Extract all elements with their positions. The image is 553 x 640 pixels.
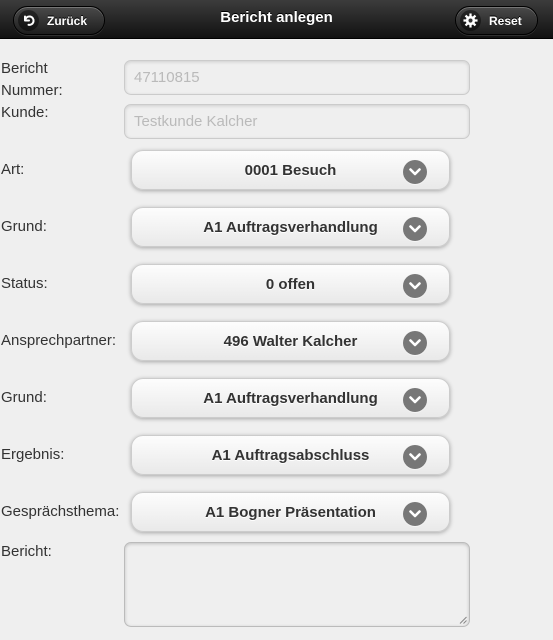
result-label: Ergebnis: bbox=[1, 446, 65, 463]
chevron-down-icon bbox=[403, 274, 427, 298]
type-select[interactable]: 0001 Besuch bbox=[131, 150, 450, 190]
report-number-field[interactable]: 47110815 bbox=[124, 60, 470, 95]
topic-select-value: A1 Bogner Präsentation bbox=[205, 504, 376, 521]
result-select-value: A1 Auftragsabschluss bbox=[211, 447, 370, 464]
report-textarea[interactable] bbox=[124, 542, 470, 627]
status-select[interactable]: 0 offen bbox=[131, 264, 450, 304]
reason-select-value: A1 Auftragsverhandlung bbox=[203, 219, 378, 236]
status-label: Status: bbox=[1, 275, 48, 292]
type-label: Art: bbox=[1, 161, 25, 178]
reason-label-2: Grund: bbox=[1, 389, 47, 406]
customer-field[interactable]: Testkunde Kalcher bbox=[124, 104, 470, 139]
topic-label: Gesprächsthema: bbox=[1, 503, 120, 520]
contact-select[interactable]: 496 Walter Kalcher bbox=[131, 321, 450, 361]
gear-icon bbox=[460, 10, 481, 31]
reason-label: Grund: bbox=[1, 218, 47, 235]
reason-select-2[interactable]: A1 Auftragsverhandlung bbox=[131, 378, 450, 418]
reset-button[interactable]: Reset bbox=[455, 6, 538, 35]
type-select-value: 0001 Besuch bbox=[244, 162, 337, 179]
header-bar: Zurück Bericht anlegen Reset bbox=[0, 0, 553, 39]
report-label: Bericht: bbox=[1, 543, 52, 560]
customer-label: Kunde: bbox=[1, 104, 49, 121]
contact-label: Ansprechpartner: bbox=[1, 332, 117, 349]
resize-grip-icon[interactable] bbox=[459, 616, 467, 624]
chevron-down-icon bbox=[403, 502, 427, 526]
chevron-down-icon bbox=[403, 445, 427, 469]
reset-button-label: Reset bbox=[489, 13, 522, 28]
contact-select-value: 496 Walter Kalcher bbox=[223, 333, 358, 350]
chevron-down-icon bbox=[403, 331, 427, 355]
report-number-label: Bericht Nummer: bbox=[1, 60, 63, 99]
status-select-value: 0 offen bbox=[265, 276, 316, 293]
chevron-down-icon bbox=[403, 160, 427, 184]
chevron-down-icon bbox=[403, 217, 427, 241]
reason-select[interactable]: A1 Auftragsverhandlung bbox=[131, 207, 450, 247]
result-select[interactable]: A1 Auftragsabschluss bbox=[131, 435, 450, 475]
topic-select[interactable]: A1 Bogner Präsentation bbox=[131, 492, 450, 532]
reason-select-2-value: A1 Auftragsverhandlung bbox=[203, 390, 378, 407]
chevron-down-icon bbox=[403, 388, 427, 412]
